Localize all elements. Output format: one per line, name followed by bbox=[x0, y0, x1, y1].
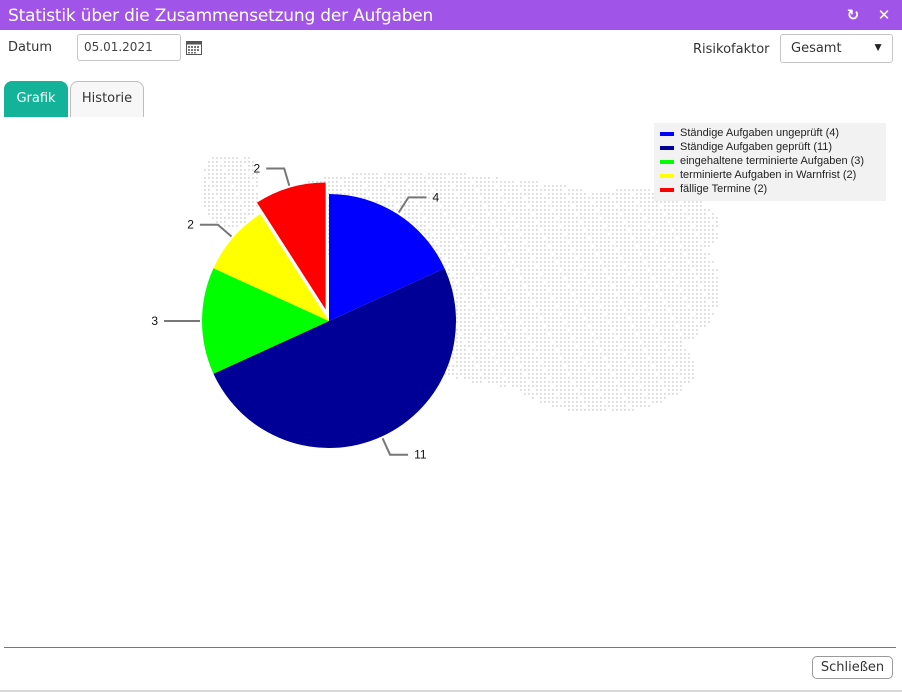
legend-label: terminierte Aufgaben in Warnfrist (2) bbox=[680, 169, 857, 181]
tab-historie[interactable]: Historie bbox=[70, 81, 144, 117]
tab-grafik[interactable]: Grafik bbox=[4, 81, 68, 117]
footer-divider bbox=[4, 647, 896, 648]
legend-item[interactable]: Ständige Aufgaben geprüft (11) bbox=[660, 141, 886, 155]
refresh-icon[interactable]: ↻ bbox=[844, 6, 862, 24]
legend-swatch bbox=[660, 132, 674, 136]
calendar-icon[interactable] bbox=[186, 40, 202, 55]
legend-item[interactable]: terminierte Aufgaben in Warnfrist (2) bbox=[660, 169, 886, 183]
close-icon[interactable]: ✕ bbox=[875, 6, 893, 24]
data-label: 11 bbox=[414, 448, 427, 462]
risk-factor-select[interactable]: Gesamt ▼ bbox=[780, 34, 893, 63]
data-label: 2 bbox=[254, 161, 261, 175]
date-input[interactable]: 05.01.2021 bbox=[77, 34, 181, 61]
risk-factor-value: Gesamt bbox=[791, 41, 842, 56]
legend-item[interactable]: eingehaltene terminierte Aufgaben (3) bbox=[660, 155, 886, 169]
legend-label: Ständige Aufgaben ungeprüft (4) bbox=[680, 127, 840, 139]
dropdown-arrow-icon: ▼ bbox=[872, 40, 884, 54]
legend-swatch bbox=[660, 146, 674, 150]
legend-label: eingehaltene terminierte Aufgaben (3) bbox=[680, 155, 865, 167]
risk-factor-label: Risikofaktor bbox=[693, 42, 770, 57]
legend-swatch bbox=[660, 160, 674, 164]
data-label: 2 bbox=[187, 218, 194, 232]
chart-area: 4 11 3 2 2 Ständige Aufgaben ungeprüft (4) St… bbox=[0, 117, 902, 647]
leader-line bbox=[266, 167, 291, 186]
data-label: 3 bbox=[151, 314, 158, 328]
dialog-window: Statistik über die Zusammensetzung der A… bbox=[0, 0, 902, 692]
close-button[interactable]: Schließen bbox=[812, 656, 893, 679]
tab-bar: Grafik Historie bbox=[0, 81, 902, 117]
title-bar: Statistik über die Zusammensetzung der A… bbox=[0, 0, 902, 30]
legend-swatch bbox=[660, 188, 674, 192]
leader-line bbox=[381, 437, 409, 456]
date-label: Datum bbox=[8, 40, 52, 55]
legend-label: fällige Termine (2) bbox=[680, 183, 768, 195]
legend-label: Ständige Aufgaben geprüft (11) bbox=[680, 141, 833, 153]
window-title: Statistik über die Zusammensetzung der A… bbox=[8, 6, 434, 26]
filter-toolbar: Datum 05.01.2021 Risikofaktor Gesamt ▼ bbox=[0, 30, 902, 76]
chart-legend: Ständige Aufgaben ungeprüft (4) Ständige … bbox=[654, 123, 886, 201]
leader-line bbox=[199, 223, 233, 238]
legend-item[interactable]: Ständige Aufgaben ungeprüft (4) bbox=[660, 127, 886, 141]
legend-swatch bbox=[660, 174, 674, 178]
legend-item[interactable]: fällige Termine (2) bbox=[660, 183, 886, 197]
data-label: 4 bbox=[432, 190, 439, 204]
